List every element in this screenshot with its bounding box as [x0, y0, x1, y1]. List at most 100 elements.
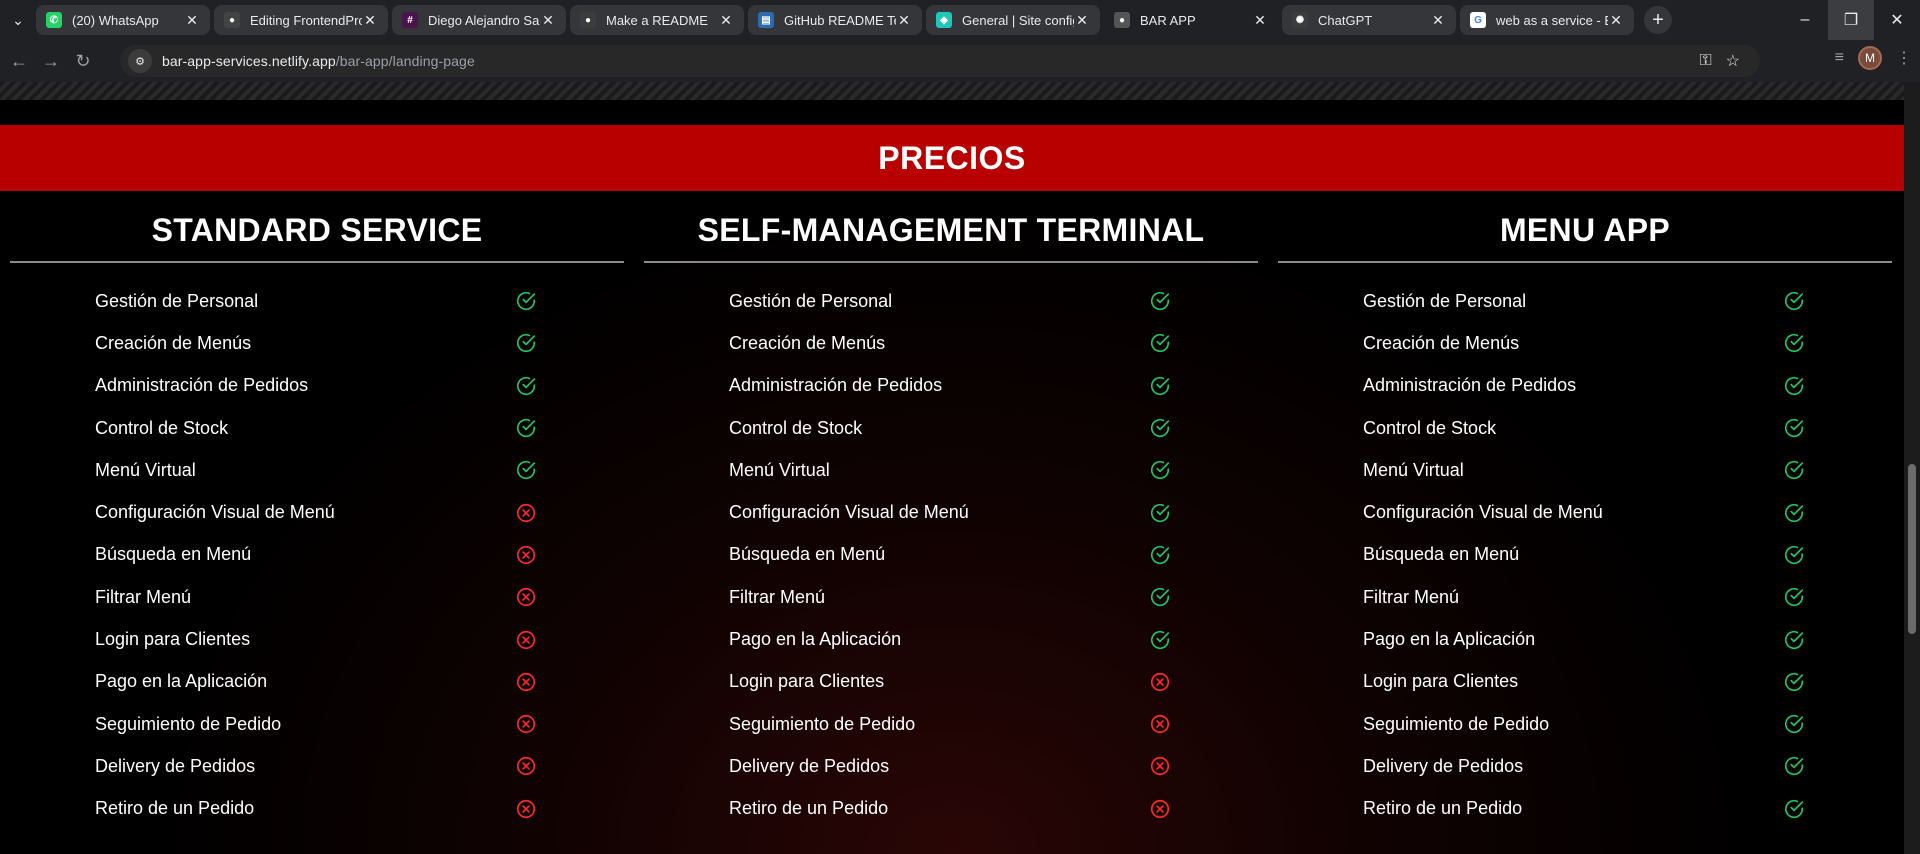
feature-row: Configuración Visual de Menú: [634, 491, 1268, 533]
menu-kebab-icon[interactable]: ⋮: [1896, 48, 1912, 68]
browser-tab[interactable]: ▤ GitHub README Temp✕: [748, 5, 922, 35]
whatsapp-icon: ✆: [46, 12, 62, 28]
feature-label: Pago en la Aplicación: [1363, 629, 1536, 650]
feature-label: Filtrar Menú: [729, 586, 826, 607]
plan-name: STANDARD SERVICE: [151, 211, 483, 248]
password-key-icon[interactable]: ⚿: [1699, 52, 1711, 70]
reading-list-icon[interactable]: ≡: [1835, 49, 1844, 67]
browser-tab[interactable]: ◆ General | Site configu✕: [926, 5, 1100, 35]
feature-row: Búsqueda en Menú: [1268, 534, 1902, 576]
tab-close-icon[interactable]: ✕: [362, 12, 378, 28]
feature-row: Administración de Pedidos: [1268, 365, 1902, 407]
reload-icon[interactable]: ↻: [70, 46, 96, 76]
site-info-icon[interactable]: ⚙: [128, 49, 152, 73]
check-circle-icon: [1783, 417, 1805, 439]
check-circle-icon: [1149, 375, 1171, 397]
feature-row: Creación de Menús: [634, 322, 1268, 364]
close-window-icon[interactable]: ✕: [1874, 0, 1920, 40]
feature-label: Control de Stock: [95, 417, 229, 438]
plan-column: STANDARD SERVICE Gestión de Personal Creac…: [0, 191, 634, 818]
tab-search-chevron-icon[interactable]: ⌄: [0, 0, 36, 40]
tab-close-icon[interactable]: ✕: [540, 12, 556, 28]
tab-title: Diego Alejandro Salel: [428, 12, 540, 28]
feature-row: Seguimiento de Pedido: [0, 703, 634, 745]
address-bar[interactable]: ⚙ bar-app-services.netlify.app/bar-app/l…: [120, 45, 1760, 77]
tab-title: ChatGPT: [1318, 12, 1373, 28]
check-circle-icon: [1783, 586, 1805, 608]
tab-close-icon[interactable]: ✕: [718, 12, 734, 28]
profile-avatar[interactable]: M: [1858, 46, 1882, 70]
feature-label: Delivery de Pedidos: [729, 755, 890, 776]
feature-row: Filtrar Menú: [1268, 576, 1902, 618]
restore-icon[interactable]: ❐: [1828, 0, 1874, 40]
browser-tab[interactable]: ✆ (20) WhatsApp ✕: [36, 5, 210, 35]
minimize-icon[interactable]: –: [1782, 0, 1828, 40]
check-circle-icon: [1149, 502, 1171, 524]
plan-header: STANDARD SERVICE: [0, 191, 634, 261]
scrollbar-thumb[interactable]: [1908, 464, 1916, 634]
feature-row: Login para Clientes: [634, 661, 1268, 703]
feature-row: Control de Stock: [0, 407, 634, 449]
cross-circle-icon: [515, 755, 537, 777]
tab-close-icon[interactable]: ✕: [1608, 12, 1624, 28]
feature-label: Creación de Menús: [95, 332, 252, 353]
window-controls: – ❐ ✕: [1782, 0, 1920, 40]
feature-row: Creación de Menús: [0, 322, 634, 364]
feature-row: Retiro de un Pedido: [634, 788, 1268, 830]
browser-tab[interactable]: ✺ ChatGPT ✕: [1282, 5, 1456, 35]
forward-icon[interactable]: →: [38, 46, 64, 76]
slack-icon: #: [402, 12, 418, 28]
feature-row: Retiro de un Pedido: [0, 788, 634, 830]
plan-column: SELF-MANAGEMENT TERMINAL Gestión de Perso…: [634, 191, 1268, 818]
feature-label: Filtrar Menú: [1363, 586, 1460, 607]
check-circle-icon: [1783, 375, 1805, 397]
feature-row: Pago en la Aplicación: [634, 618, 1268, 660]
google-icon: G: [1470, 12, 1486, 28]
plan-header: MENU APP: [1268, 191, 1902, 261]
browser-tab[interactable]: ● Make a README ✕: [570, 5, 744, 35]
check-circle-icon: [1783, 290, 1805, 312]
feature-row: Pago en la Aplicación: [0, 661, 634, 703]
back-icon[interactable]: ←: [6, 46, 32, 76]
page-scrollbar[interactable]: [1904, 82, 1920, 854]
tab-close-icon[interactable]: ✕: [1252, 12, 1268, 28]
check-circle-icon: [1149, 459, 1171, 481]
feature-row: Gestión de Personal: [1268, 280, 1902, 322]
tab-title: General | Site configu: [962, 12, 1074, 28]
browser-tab[interactable]: ● Editing FrontendProye✕: [214, 5, 388, 35]
feature-row: Búsqueda en Menú: [634, 534, 1268, 576]
tab-close-icon[interactable]: ✕: [1074, 12, 1090, 28]
feature-label: Delivery de Pedidos: [1363, 755, 1524, 776]
check-circle-icon: [1149, 332, 1171, 354]
browser-tab[interactable]: ● BAR APP ✕: [1104, 5, 1278, 35]
tab-close-icon[interactable]: ✕: [896, 12, 912, 28]
feature-label: Búsqueda en Menú: [1363, 544, 1520, 565]
browser-tab[interactable]: # Diego Alejandro Salel ✕: [392, 5, 566, 35]
feature-list: Gestión de Personal Creación de Menús Admi…: [1268, 280, 1902, 830]
new-tab-button[interactable]: +: [1644, 6, 1672, 34]
feature-label: Pago en la Aplicación: [729, 629, 902, 650]
feature-label: Menú Virtual: [729, 459, 830, 480]
cross-circle-icon: [515, 586, 537, 608]
feature-row: Control de Stock: [634, 407, 1268, 449]
feature-list: Gestión de Personal Creación de Menús Admi…: [634, 280, 1268, 830]
tab-title: GitHub README Temp: [784, 12, 896, 28]
tab-close-icon[interactable]: ✕: [1430, 12, 1446, 28]
browser-tab[interactable]: Gweb as a service - Bus✕: [1460, 5, 1634, 35]
feature-label: Configuración Visual de Menú: [1363, 502, 1603, 523]
check-circle-icon: [1149, 544, 1171, 566]
url-text[interactable]: bar-app-services.netlify.app/bar-app/lan…: [162, 53, 475, 69]
feature-label: Seguimiento de Pedido: [1363, 713, 1550, 734]
page-viewport: PRECIOS STANDARD SERVICE Gestión de Perso…: [0, 82, 1904, 854]
tab-title: web as a service - Bus: [1496, 12, 1608, 28]
check-circle-icon: [1783, 755, 1805, 777]
feature-row: Configuración Visual de Menú: [1268, 491, 1902, 533]
bookmark-star-icon[interactable]: ☆: [1726, 51, 1740, 71]
plan-divider: [644, 261, 1258, 263]
plan-name: SELF-MANAGEMENT TERMINAL: [697, 211, 1205, 248]
feature-label: Gestión de Personal: [95, 290, 259, 311]
tab-close-icon[interactable]: ✕: [184, 12, 200, 28]
pricing-banner: PRECIOS: [0, 125, 1904, 191]
plan-column: MENU APP Gestión de Personal Creación de M…: [1268, 191, 1902, 818]
chatgpt-icon: ✺: [1292, 12, 1308, 28]
